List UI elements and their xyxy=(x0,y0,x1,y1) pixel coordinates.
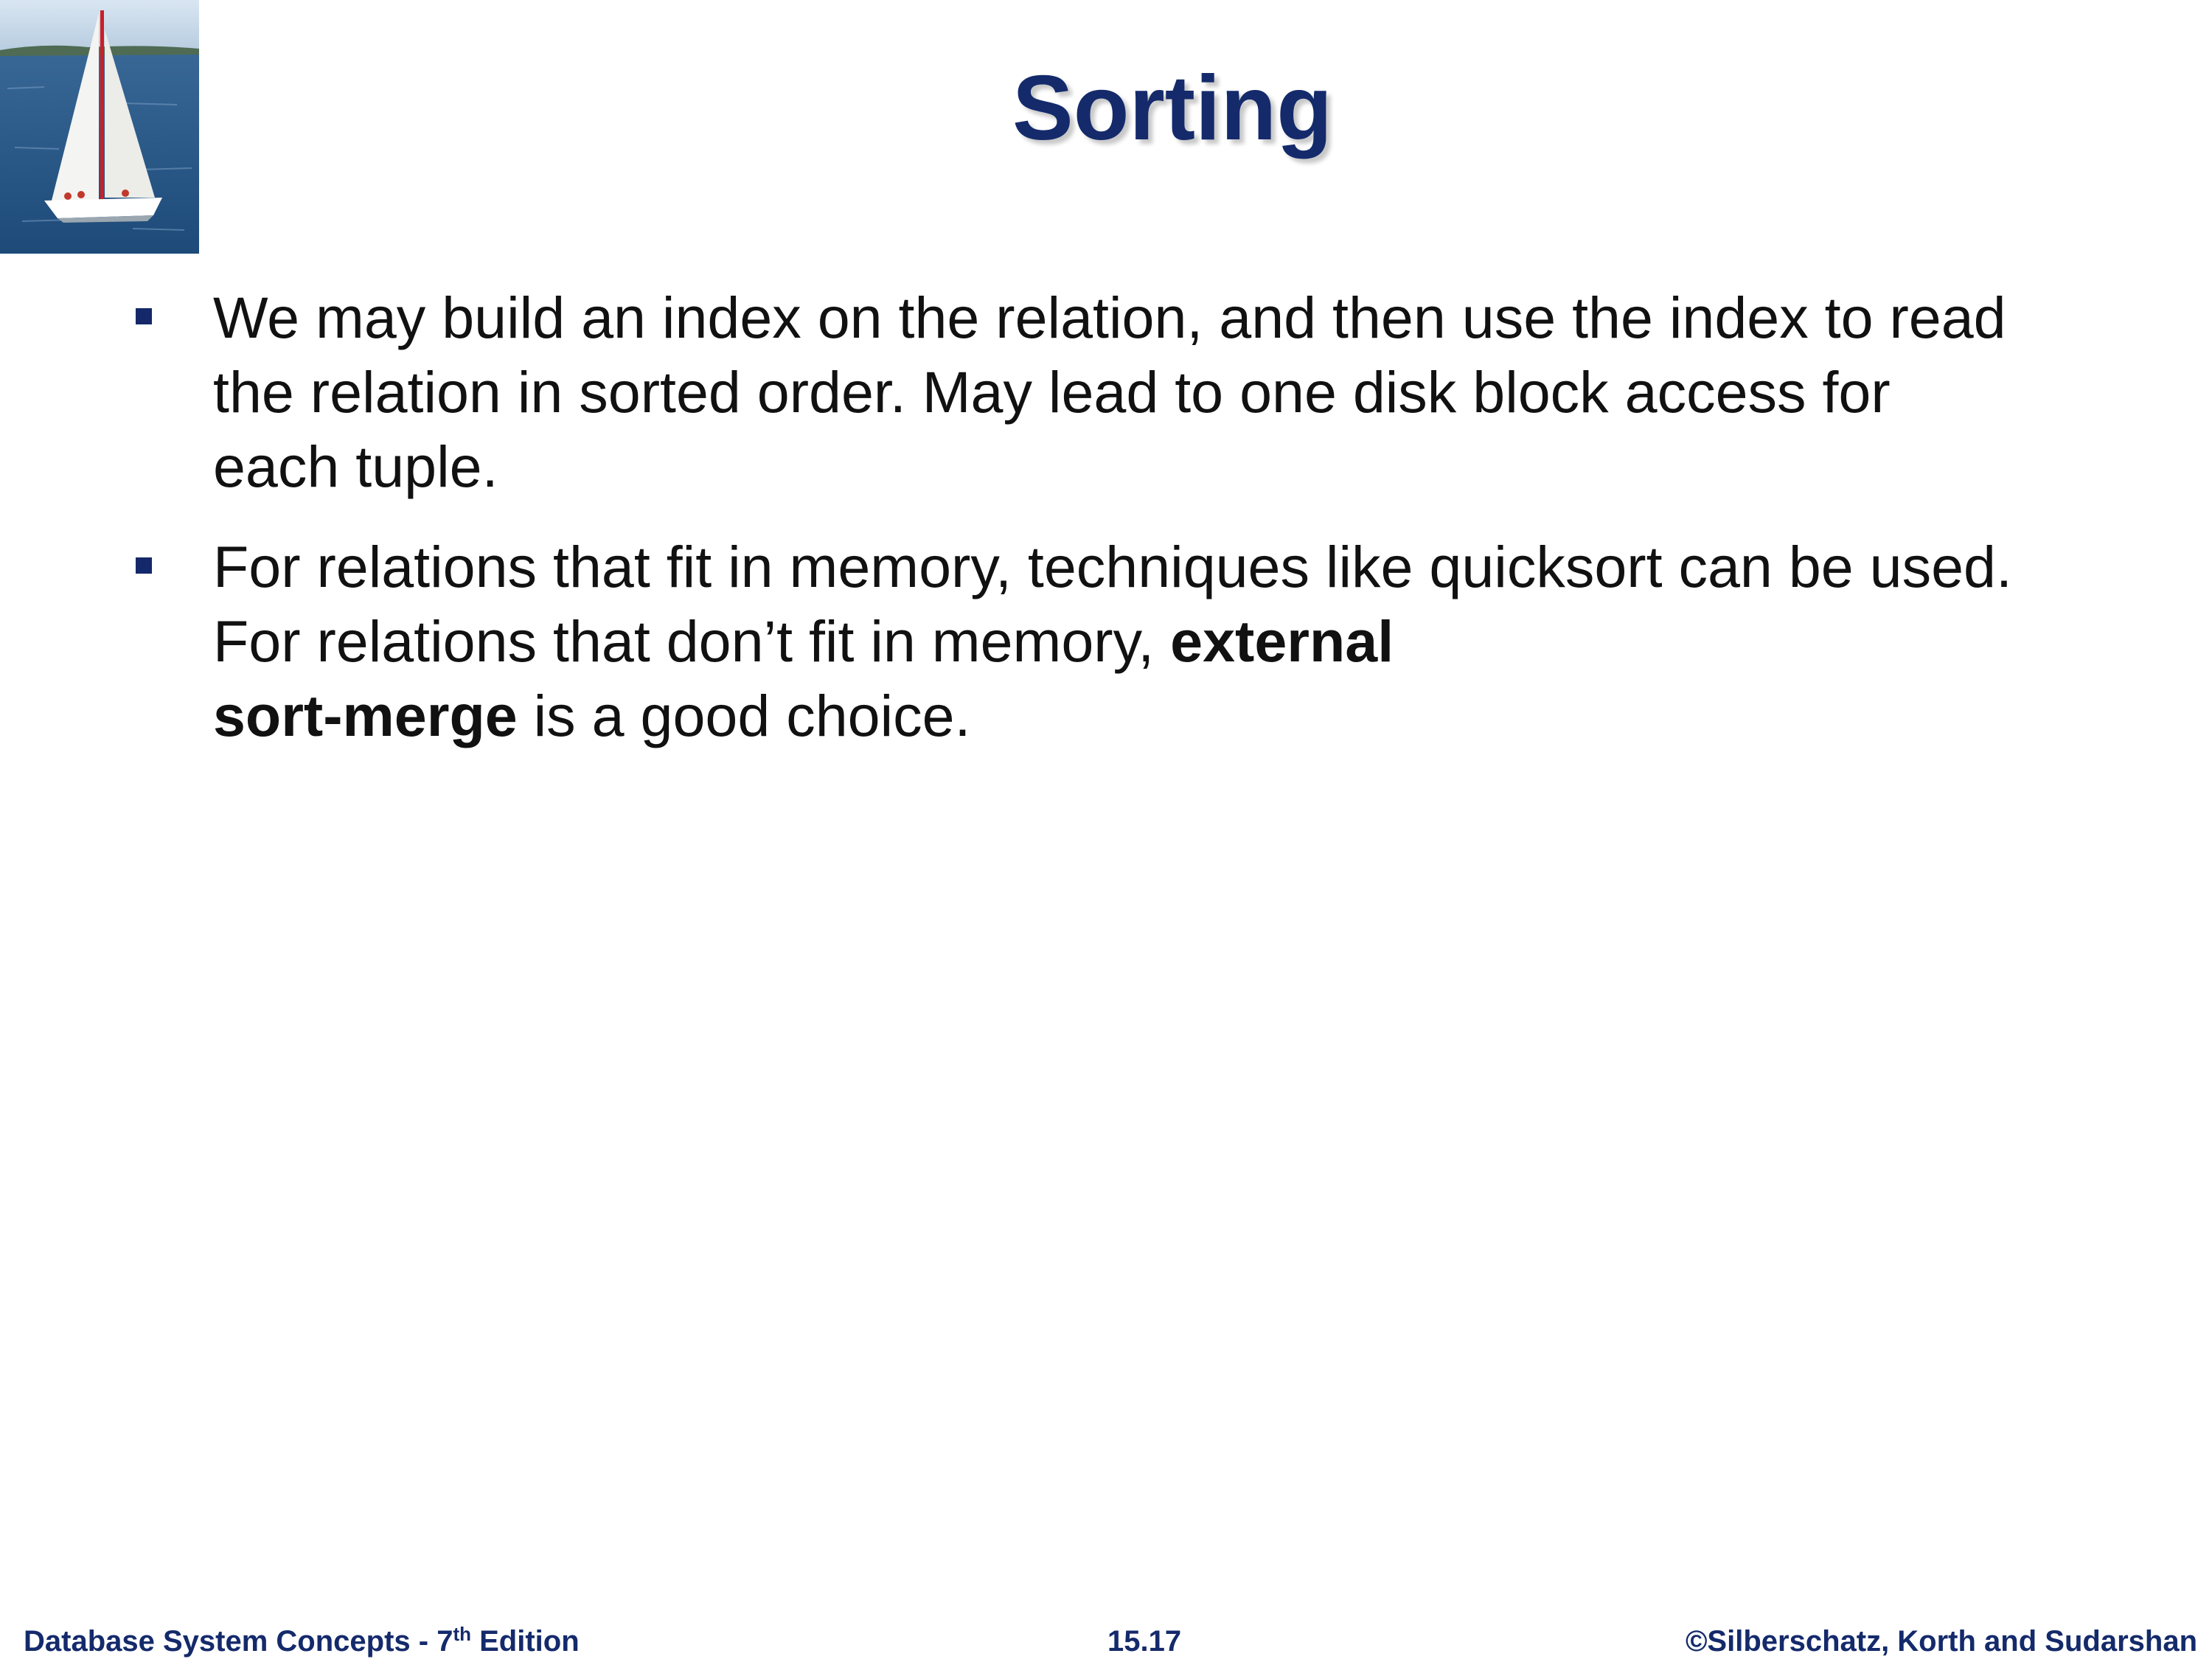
bullet-square-icon xyxy=(136,557,152,574)
bullet-line: We may build an index on the relation, a… xyxy=(213,285,2006,350)
bullet-text: For relations that fit in memory, techni… xyxy=(213,529,2174,753)
slide-footer: Database System Concepts - 7th Edition 1… xyxy=(0,1624,2212,1659)
bullet-text: We may build an index on the relation, a… xyxy=(213,280,2174,504)
bullet-line: each tuple. xyxy=(213,434,498,499)
bullet-line: the relation in sorted order. May lead t… xyxy=(213,359,1891,425)
bullet-line: sort-merge is a good choice. xyxy=(213,678,2174,753)
slide: Sorting We may build an index on the rel… xyxy=(0,0,2212,1659)
footer-book-title: Database System Concepts - 7th Edition xyxy=(24,1624,580,1659)
footer-edition-label: Edition xyxy=(471,1625,580,1658)
bullet-line: For relations that don’t fit in memory, … xyxy=(213,604,2174,678)
footer-copyright: ©Silberschatz, Korth and Sudarshan xyxy=(1685,1625,2197,1658)
bullet-square-icon xyxy=(136,308,152,324)
bullet-line: For relations that fit in memory, techni… xyxy=(213,534,2012,599)
footer-page-number: 15.17 xyxy=(1107,1625,1182,1658)
bullet-line-text: For relations that don’t fit in memory, xyxy=(213,608,1171,674)
bullet-line-text: is a good choice. xyxy=(517,683,971,748)
bold-term-sort-merge: sort-merge xyxy=(213,683,518,748)
footer-book-name: Database System Concepts - 7 xyxy=(24,1625,453,1658)
bold-term-external: external xyxy=(1170,608,1394,674)
slide-title: Sorting xyxy=(1012,58,1332,159)
footer-edition-superscript: th xyxy=(453,1623,471,1645)
